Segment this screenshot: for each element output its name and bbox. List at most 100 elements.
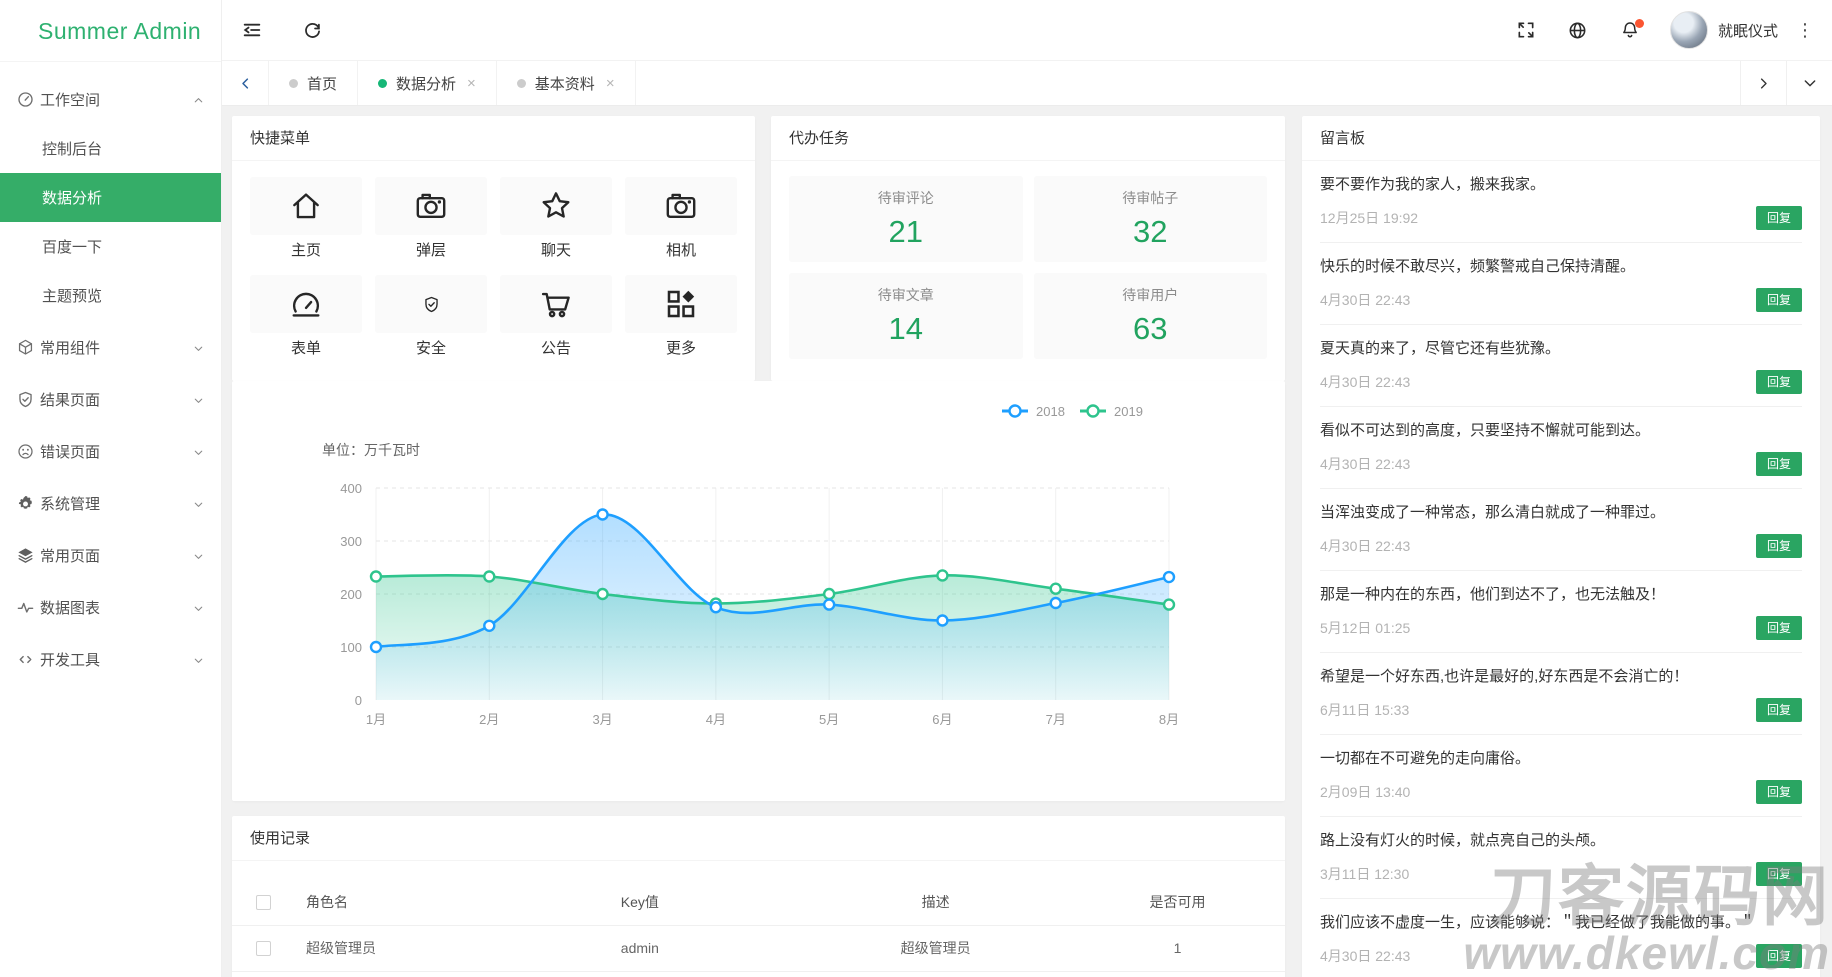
message-text: 那是一种内在的东西，他们到达不了，也无法触及！ [1320,586,1666,603]
quick-menu-label: 聊天 [540,242,571,259]
tabs-scroll-left-icon[interactable] [222,61,268,105]
sidebar-item-11[interactable]: 开发工具 [0,635,221,684]
message-item-8: 路上没有灯火的时候，就点亮自己的头颅。 3月11日 12:30 回复 [1320,817,1802,899]
reply-button[interactable]: 回复 [1755,206,1802,230]
refresh-icon[interactable] [282,0,342,60]
svg-text:100: 100 [340,640,362,655]
todo-stat-2: 待审文章 14 [789,273,1023,359]
sidebar-item-5[interactable]: 常用组件 [0,323,221,372]
svg-text:2018: 2018 [1036,404,1065,419]
todo-stat-label: 待审帖子 [1122,190,1179,206]
sidebar-item-4[interactable]: 主题预览 [0,271,221,320]
quick-menu-item-0[interactable]: 主页 [250,177,362,267]
tab-1[interactable]: 数据分析 × [358,61,497,105]
close-icon[interactable]: × [606,75,615,92]
message-time: 4月30日 22:43 [1320,538,1411,554]
svg-text:6月: 6月 [932,712,952,727]
todo-stat-1: 待审帖子 32 [1033,176,1267,262]
cart-icon [500,275,612,333]
sidebar-item-7[interactable]: 错误页面 [0,427,221,476]
sidebar-item-9[interactable]: 常用页面 [0,531,221,580]
usage-title: 使用记录 [232,816,1285,861]
kebab-menu-icon[interactable]: ⋮ [1778,0,1832,60]
svg-text:0: 0 [355,693,362,708]
sidebar-item-3[interactable]: 百度一下 [0,222,221,271]
quick-menu-item-1[interactable]: 弹层 [375,177,487,267]
tabs-menu-icon[interactable] [1786,61,1832,105]
quick-menu-item-2[interactable]: 聊天 [500,177,612,267]
message-item-0: 要不要作为我的家人，搬来我家。 12月25日 19:92 回复 [1320,161,1802,243]
message-text: 当浑浊变成了一种常态，那么清白就成了一种罪过。 [1320,504,1666,521]
quick-menu-item-3[interactable]: 相机 [625,177,737,267]
collapse-menu-icon[interactable] [222,0,282,60]
reply-button[interactable]: 回复 [1755,862,1802,886]
reply-button[interactable]: 回复 [1755,616,1802,640]
bell-icon[interactable] [1604,0,1656,60]
chevron-down-icon [192,602,205,619]
todo-stat-0: 待审评论 21 [789,176,1023,262]
select-all-checkbox[interactable] [255,895,271,911]
reply-button[interactable]: 回复 [1755,452,1802,476]
user-name[interactable]: 就眠仪式 [1718,20,1778,41]
quick-menu-item-4[interactable]: 表单 [250,275,362,365]
reply-button[interactable]: 回复 [1755,370,1802,394]
app-window: Summer Admin 工作空间 控制后台 数据分析 百度一下 主题预览 常用组件 结果页… [0,0,1832,977]
tabs-scroll-right-icon[interactable] [1740,61,1786,105]
message-time: 2月09日 13:40 [1320,784,1411,800]
sidebar-item-6[interactable]: 结果页面 [0,375,221,424]
column-header: 描述 [801,879,1070,926]
reply-button[interactable]: 回复 [1755,780,1802,804]
user-avatar[interactable] [1669,11,1708,49]
tab-label: 基本资料 [534,75,595,93]
message-text: 路上没有灯火的时候，就点亮自己的头颅。 [1320,832,1606,849]
svg-text:2019: 2019 [1114,404,1143,419]
quick-menu-item-6[interactable]: 公告 [500,275,612,365]
reply-button[interactable]: 回复 [1755,698,1802,722]
quick-menu-item-5[interactable]: 安全 [375,275,487,365]
message-item-3: 看似不可达到的高度，只要坚持不懈就可能到达。 4月30日 22:43 回复 [1320,407,1802,489]
message-item-9: 我们应该不虚度一生，应该能够说：＂我已经做了我能做的事。＂ 4月30日 22:4… [1320,899,1802,977]
tab-label: 首页 [307,75,338,93]
todo-stat-value: 32 [1133,214,1168,249]
todo-stat-value: 14 [888,311,923,346]
quick-menu-item-7[interactable]: 更多 [625,275,737,365]
message-text: 要不要作为我的家人，搬来我家。 [1320,176,1546,193]
todo-stat-3: 待审用户 63 [1033,273,1267,359]
main-content: 快捷菜单 主页 弹层 聊天 相机 表单 安全 公告 更多 代办任务 待审评论 2… [222,107,1832,977]
quick-menu-title: 快捷菜单 [232,116,755,161]
tabs: 首页 数据分析 × 基本资料 × [268,61,636,105]
svg-text:8月: 8月 [1159,712,1179,727]
sidebar-item-1[interactable]: 控制后台 [0,124,221,173]
sidebar-item-10[interactable]: 数据图表 [0,583,221,632]
svg-text:200: 200 [340,587,362,602]
sidebar-item-0[interactable]: 工作空间 [0,75,221,124]
fullscreen-icon[interactable] [1500,0,1552,60]
header-right: 就眠仪式 ⋮ [1500,0,1832,60]
message-text: 夏天真的来了，尽管它还有些犹豫。 [1320,340,1561,357]
quick-menu-grid: 主页 弹层 聊天 相机 表单 安全 公告 更多 [232,161,755,373]
tab-status-dot [289,78,298,88]
message-text: 一切都在不可避免的走向庸俗。 [1320,750,1531,767]
globe-icon[interactable] [1552,0,1604,60]
tab-status-dot [516,78,526,88]
tab-0[interactable]: 首页 [268,61,359,105]
tab-2[interactable]: 基本资料 × [497,61,636,105]
message-item-1: 快乐的时候不敢尽兴，频繁警戒自己保持清醒。 4月30日 22:43 回复 [1320,243,1802,325]
svg-text:400: 400 [340,481,362,496]
layers-icon [16,547,40,565]
chevron-down-icon [192,550,205,567]
sidebar-item-2[interactable]: 数据分析 [0,173,221,222]
tab-bar: 首页 数据分析 × 基本资料 × [222,60,1832,106]
quick-menu-label: 公告 [540,340,571,357]
reply-button[interactable]: 回复 [1755,534,1802,558]
reply-button[interactable]: 回复 [1755,944,1802,968]
quick-menu-label: 表单 [290,340,321,357]
row-checkbox[interactable] [255,941,271,957]
quick-menu-card: 快捷菜单 主页 弹层 聊天 相机 表单 安全 公告 更多 [232,116,755,381]
sidebar-item-8[interactable]: 系统管理 [0,479,221,528]
reply-button[interactable]: 回复 [1755,288,1802,312]
message-item-2: 夏天真的来了，尽管它还有些犹豫。 4月30日 22:43 回复 [1320,325,1802,407]
close-icon[interactable]: × [467,75,476,92]
message-text: 快乐的时候不敢尽兴，频繁警戒自己保持清醒。 [1320,258,1636,275]
message-text: 我们应该不虚度一生，应该能够说：＂我已经做了我能做的事。＂ [1320,914,1756,931]
